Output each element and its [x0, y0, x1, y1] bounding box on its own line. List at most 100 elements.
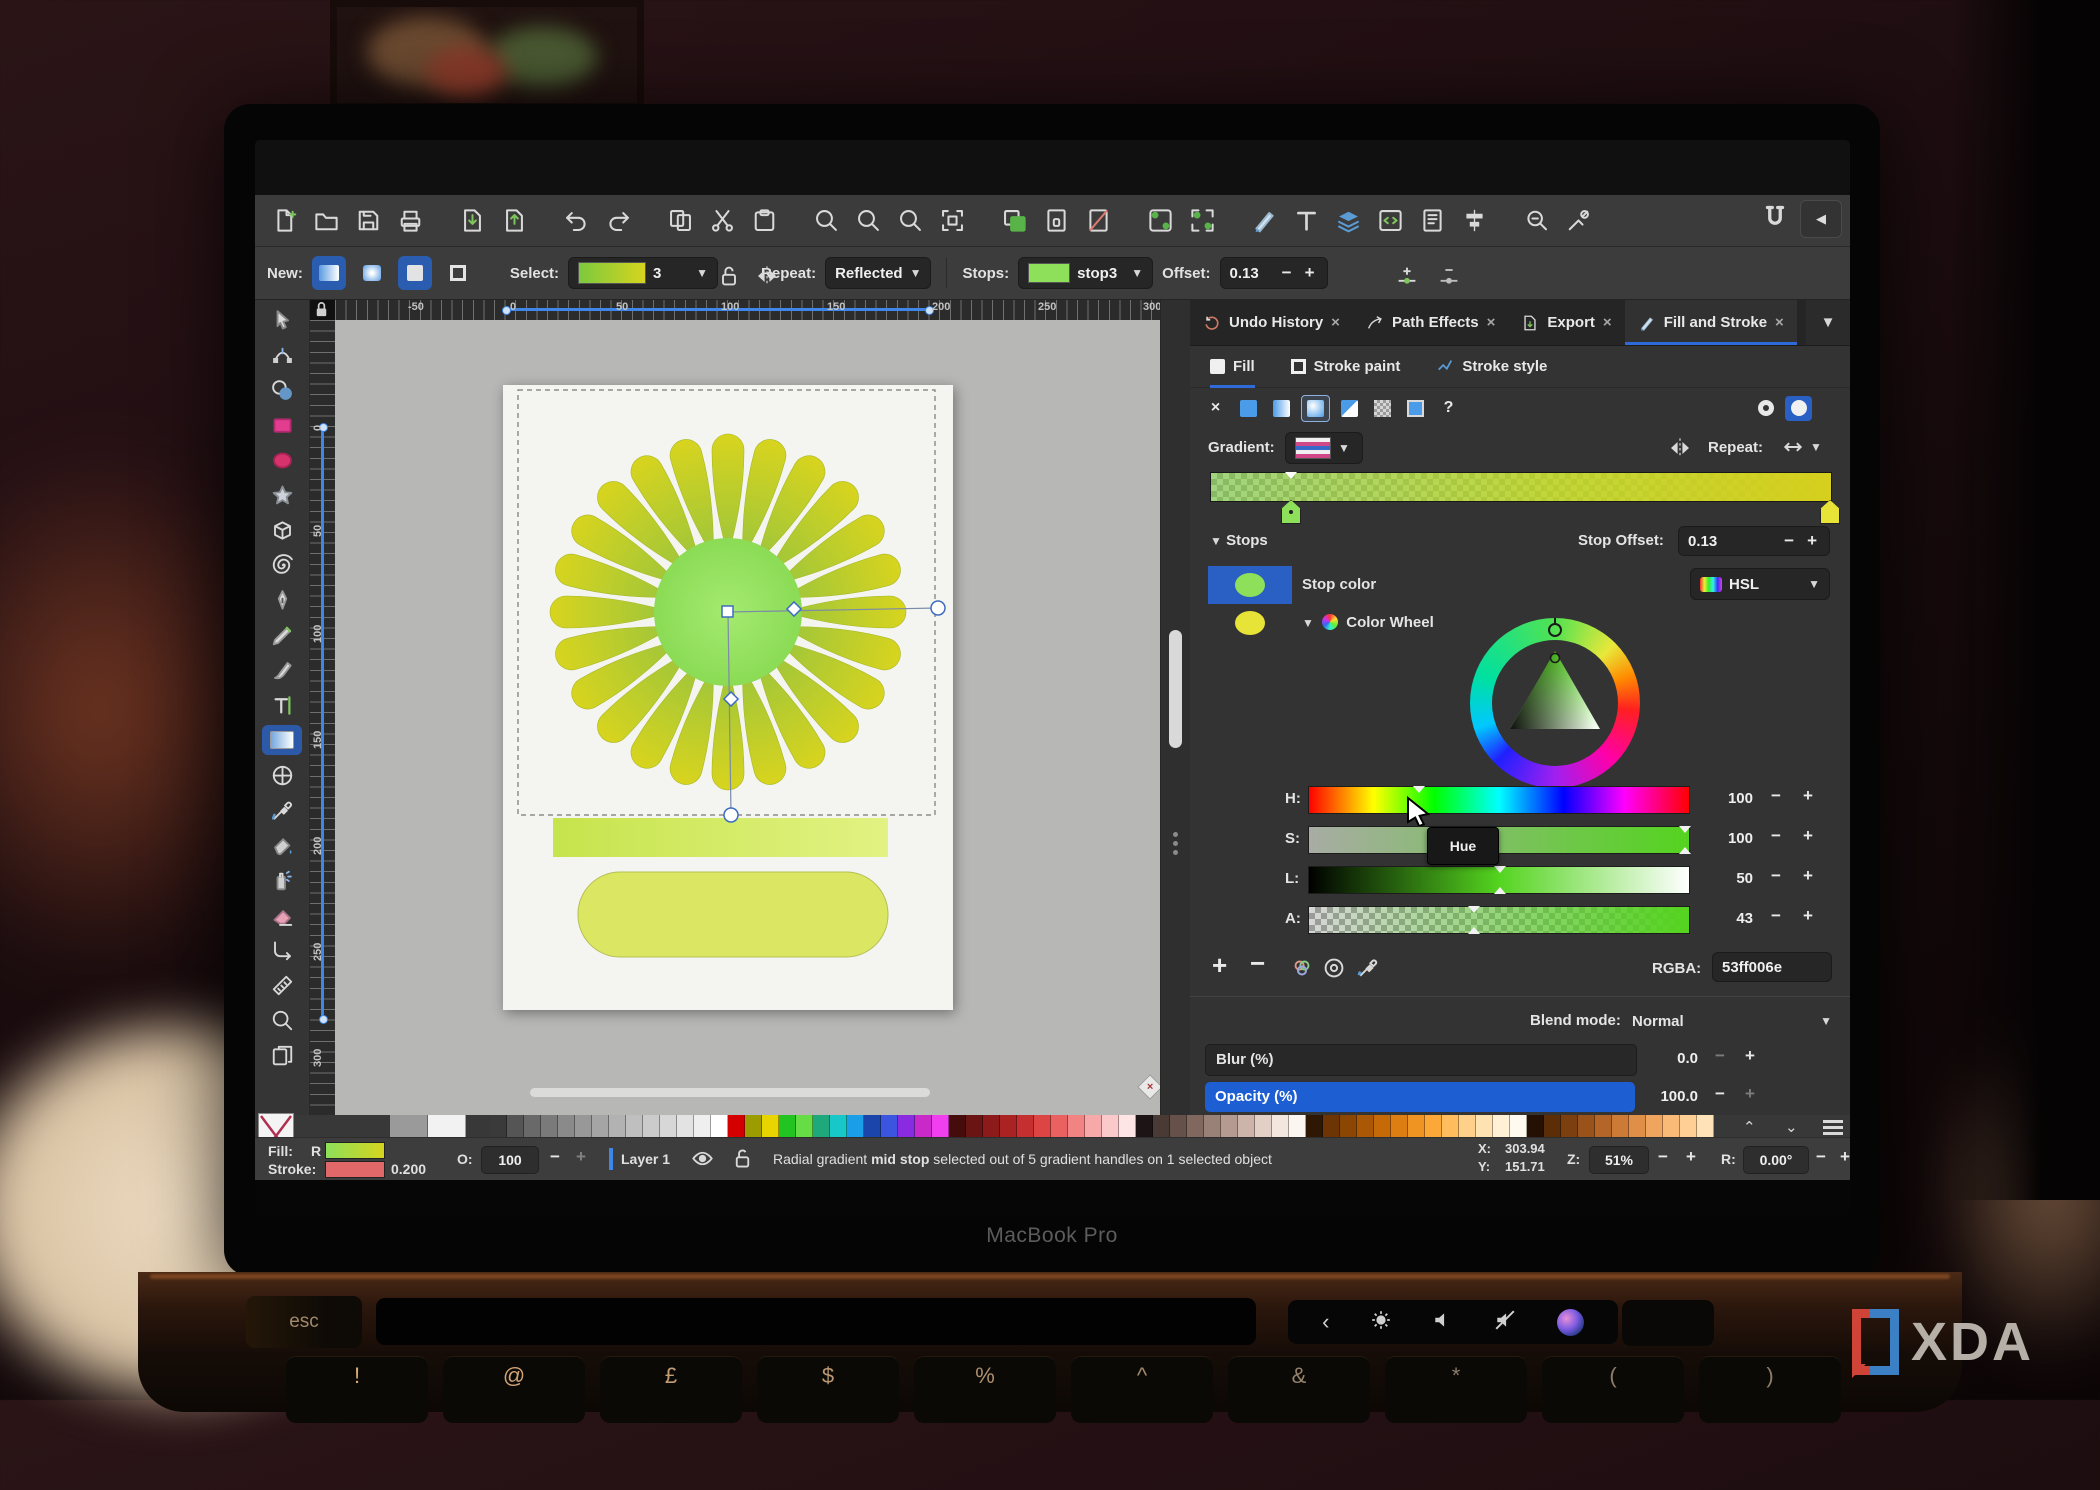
zoom-plus[interactable]: + [1683, 1147, 1699, 1167]
paint-swatch-button[interactable] [1402, 396, 1429, 421]
palette-swatch[interactable] [1340, 1115, 1357, 1137]
find-replace-icon[interactable] [1519, 204, 1553, 238]
palette-swatch[interactable] [1595, 1115, 1612, 1137]
document-save-icon[interactable] [351, 204, 385, 238]
stop-row-selected[interactable] [1208, 566, 1292, 604]
palette-swatch[interactable] [490, 1115, 507, 1137]
volume-icon[interactable] [1432, 1309, 1454, 1336]
mute-icon[interactable] [1494, 1309, 1516, 1336]
palette-swatch[interactable] [1578, 1115, 1595, 1137]
offset-spinbox[interactable]: 0.13 − + [1220, 257, 1328, 289]
paint-flat-button[interactable] [1235, 396, 1262, 421]
collapse-panel-button[interactable]: ◀ [1800, 200, 1842, 238]
palette-swatch[interactable] [779, 1115, 796, 1137]
lightness-slider-plus[interactable]: + [1800, 866, 1816, 886]
node-tool[interactable] [262, 340, 302, 370]
document-print-icon[interactable] [393, 204, 427, 238]
fill-rule-evenodd-button[interactable] [1752, 396, 1779, 421]
color-mode-dropdown[interactable]: HSL ▼ [1690, 568, 1830, 600]
gradient-radius-handle[interactable] [931, 601, 945, 615]
keyboard-key[interactable]: ^ [1071, 1356, 1213, 1423]
palette-swatch[interactable] [762, 1115, 779, 1137]
saturation-slider-minus[interactable]: − [1768, 826, 1784, 846]
rotation-plus[interactable]: + [1837, 1147, 1850, 1167]
palette-swatch[interactable] [1510, 1115, 1527, 1137]
keyboard-key[interactable]: % [914, 1356, 1056, 1423]
saturation-slider[interactable] [1308, 826, 1690, 854]
stop-row-yellow[interactable] [1208, 604, 1292, 642]
palette-swatch[interactable] [677, 1115, 694, 1137]
layer-visibility-icon[interactable] [691, 1147, 714, 1175]
zoom-selection-icon[interactable] [809, 204, 843, 238]
palette-swatch[interactable] [1357, 1115, 1374, 1137]
palette-swatch[interactable] [1527, 1115, 1544, 1137]
gradient-preview-bar[interactable] [1210, 472, 1832, 502]
palette-swatch[interactable] [1697, 1115, 1714, 1137]
vase-body-shape[interactable] [578, 872, 888, 957]
fill-stroke-dialog-icon[interactable] [1247, 204, 1281, 238]
palette-swatch[interactable] [1442, 1115, 1459, 1137]
horizontal-ruler[interactable]: -50050100150200250300 [335, 300, 1160, 321]
eyedropper-icon[interactable] [1356, 956, 1380, 985]
palette-scroll-down-icon[interactable]: ⌄ [1785, 1118, 1798, 1136]
rgba-input[interactable]: 53ff006e [1712, 952, 1832, 982]
insert-stop-icon[interactable] [1395, 264, 1419, 293]
subtab-stroke-paint[interactable]: Stroke paint [1291, 345, 1401, 388]
layer-name[interactable]: Layer 1 [621, 1151, 670, 1167]
palette-swatch[interactable] [694, 1115, 711, 1137]
palette-swatch[interactable] [609, 1115, 626, 1137]
stroke-indicator-swatch[interactable] [325, 1161, 385, 1178]
gradient-stop-handle-mid[interactable] [1281, 500, 1301, 524]
palette-swatch[interactable] [1153, 1115, 1170, 1137]
blend-mode-dropdown[interactable]: Normal ▼ [1632, 1005, 1832, 1037]
keyboard-key[interactable]: ( [1542, 1356, 1684, 1423]
palette-swatch[interactable] [796, 1115, 813, 1137]
apply-to-stroke-button[interactable] [441, 256, 475, 290]
palette-swatch[interactable] [1612, 1115, 1629, 1137]
preferences-icon[interactable] [1561, 204, 1595, 238]
calligraphy-tool[interactable] [262, 655, 302, 685]
opacity-slider[interactable]: Opacity (%) [1205, 1082, 1635, 1112]
paint-unknown-button[interactable]: ? [1435, 396, 1462, 421]
paint-none-button[interactable]: × [1202, 396, 1229, 421]
palette-swatch[interactable] [1068, 1115, 1085, 1137]
chevron-left-icon[interactable]: ‹ [1322, 1309, 1329, 1335]
palette-swatch[interactable] [932, 1115, 949, 1137]
palette-swatch[interactable] [1306, 1115, 1323, 1137]
palette-swatch[interactable] [1238, 1115, 1255, 1137]
rectangle-tool[interactable] [262, 410, 302, 440]
repeat-dropdown[interactable]: Reflected ▼ [825, 257, 931, 289]
palette-swatch[interactable] [1374, 1115, 1391, 1137]
palette-swatch[interactable] [1629, 1115, 1646, 1137]
new-radial-gradient-button[interactable] [355, 256, 389, 290]
alpha-slider-minus[interactable]: − [1768, 906, 1784, 926]
palette-swatch[interactable] [558, 1115, 575, 1137]
palette-swatch[interactable] [1663, 1115, 1680, 1137]
palette-swatch[interactable] [660, 1115, 677, 1137]
tab-export[interactable]: Export× [1508, 300, 1624, 345]
tab-fill-and-stroke[interactable]: Fill and Stroke× [1625, 300, 1797, 345]
brightness-icon[interactable] [1370, 1309, 1392, 1336]
edit-cut-icon[interactable] [705, 204, 739, 238]
hue-slider[interactable] [1308, 786, 1690, 814]
palette-swatch[interactable] [541, 1115, 558, 1137]
zoom-drawing-icon[interactable] [851, 204, 885, 238]
hue-slider-minus[interactable]: − [1768, 786, 1784, 806]
edit-copy-icon[interactable] [663, 204, 697, 238]
document-properties-icon[interactable] [1415, 204, 1449, 238]
palette-swatch[interactable] [1255, 1115, 1272, 1137]
layer-lock-icon[interactable] [731, 1147, 754, 1175]
duplicate-icon[interactable] [997, 204, 1031, 238]
paint-linear-gradient-button[interactable] [1268, 396, 1295, 421]
unlink-clone-icon[interactable] [1081, 204, 1115, 238]
opacity-minus[interactable]: − [1712, 1084, 1728, 1104]
palette-swatch[interactable] [1017, 1115, 1034, 1137]
document-import-icon[interactable] [455, 204, 489, 238]
pen-tool[interactable] [262, 585, 302, 615]
stop-offset-spinbox[interactable]: 0.13 − + [1678, 526, 1830, 556]
measure-tool[interactable] [262, 970, 302, 1000]
palette-swatch[interactable] [1051, 1115, 1068, 1137]
palette-swatch[interactable] [915, 1115, 932, 1137]
palette-menu-icon[interactable] [1823, 1117, 1843, 1138]
palette-swatch[interactable] [1459, 1115, 1476, 1137]
